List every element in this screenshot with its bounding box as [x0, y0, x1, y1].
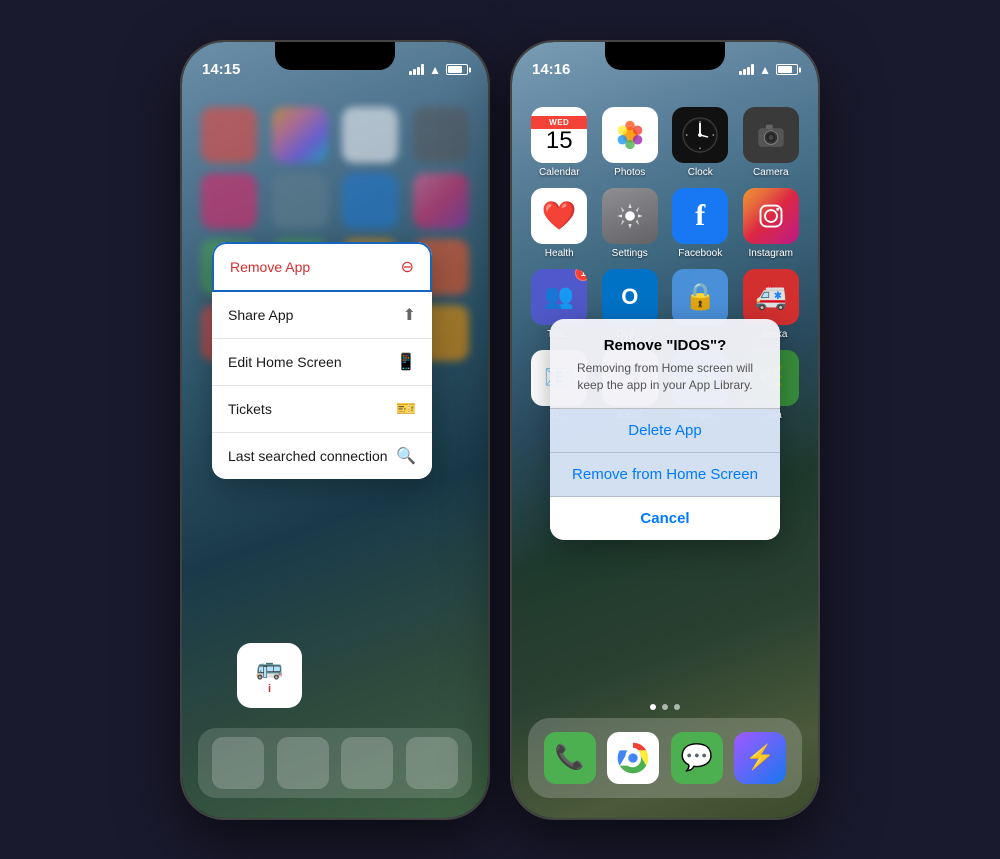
alert-message: Removing from Home screen will keep the …: [564, 360, 766, 394]
time-left: 14:15: [202, 61, 240, 78]
status-icons-left: ▲: [409, 63, 468, 77]
edit-icon: 📱: [396, 352, 416, 372]
dock-item-1: [212, 737, 264, 789]
delete-app-button[interactable]: Delete App: [550, 409, 780, 453]
dock-item-3: [341, 737, 393, 789]
tickets-item[interactable]: Tickets 🎫: [212, 386, 432, 433]
left-dock: [198, 728, 472, 798]
last-searched-label: Last searched connection: [228, 448, 388, 464]
remove-icon: ⊖: [401, 257, 414, 277]
notch-left: [275, 42, 395, 70]
share-icon: ⬆: [403, 305, 416, 325]
tickets-label: Tickets: [228, 401, 272, 417]
ticket-icon: 🎫: [396, 399, 416, 419]
alert-content: Remove "IDOS"? Removing from Home screen…: [550, 319, 780, 408]
cancel-button[interactable]: Cancel: [550, 497, 780, 540]
left-phone: 14:15 ▲ Remove App ⊖: [180, 40, 490, 820]
battery-icon: [446, 64, 468, 75]
right-phone: 14:16 ▲ WED 15 Calendar: [510, 40, 820, 820]
dock-item-4: [406, 737, 458, 789]
signal-icon: [409, 64, 424, 75]
remove-from-homescreen-button[interactable]: Remove from Home Screen: [550, 453, 780, 497]
last-searched-item[interactable]: Last searched connection 🔍: [212, 433, 432, 479]
context-menu[interactable]: Remove App ⊖ Share App ⬆ Edit Home Scree…: [212, 242, 432, 479]
remove-app-label: Remove App: [230, 259, 310, 275]
edit-home-item[interactable]: Edit Home Screen 📱: [212, 339, 432, 386]
share-app-item[interactable]: Share App ⬆: [212, 292, 432, 339]
wifi-icon: ▲: [429, 63, 441, 77]
alert-dialog[interactable]: Remove "IDOS"? Removing from Home screen…: [550, 319, 780, 539]
search-recent-icon: 🔍: [396, 446, 416, 466]
remove-app-item[interactable]: Remove App ⊖: [212, 242, 432, 292]
share-app-label: Share App: [228, 307, 293, 323]
edit-home-label: Edit Home Screen: [228, 354, 342, 370]
dock-item-2: [277, 737, 329, 789]
alert-overlay: Remove "IDOS"? Removing from Home screen…: [512, 42, 818, 818]
featured-app-idos[interactable]: 🚌 i: [237, 643, 302, 708]
alert-title: Remove "IDOS"?: [564, 337, 766, 354]
